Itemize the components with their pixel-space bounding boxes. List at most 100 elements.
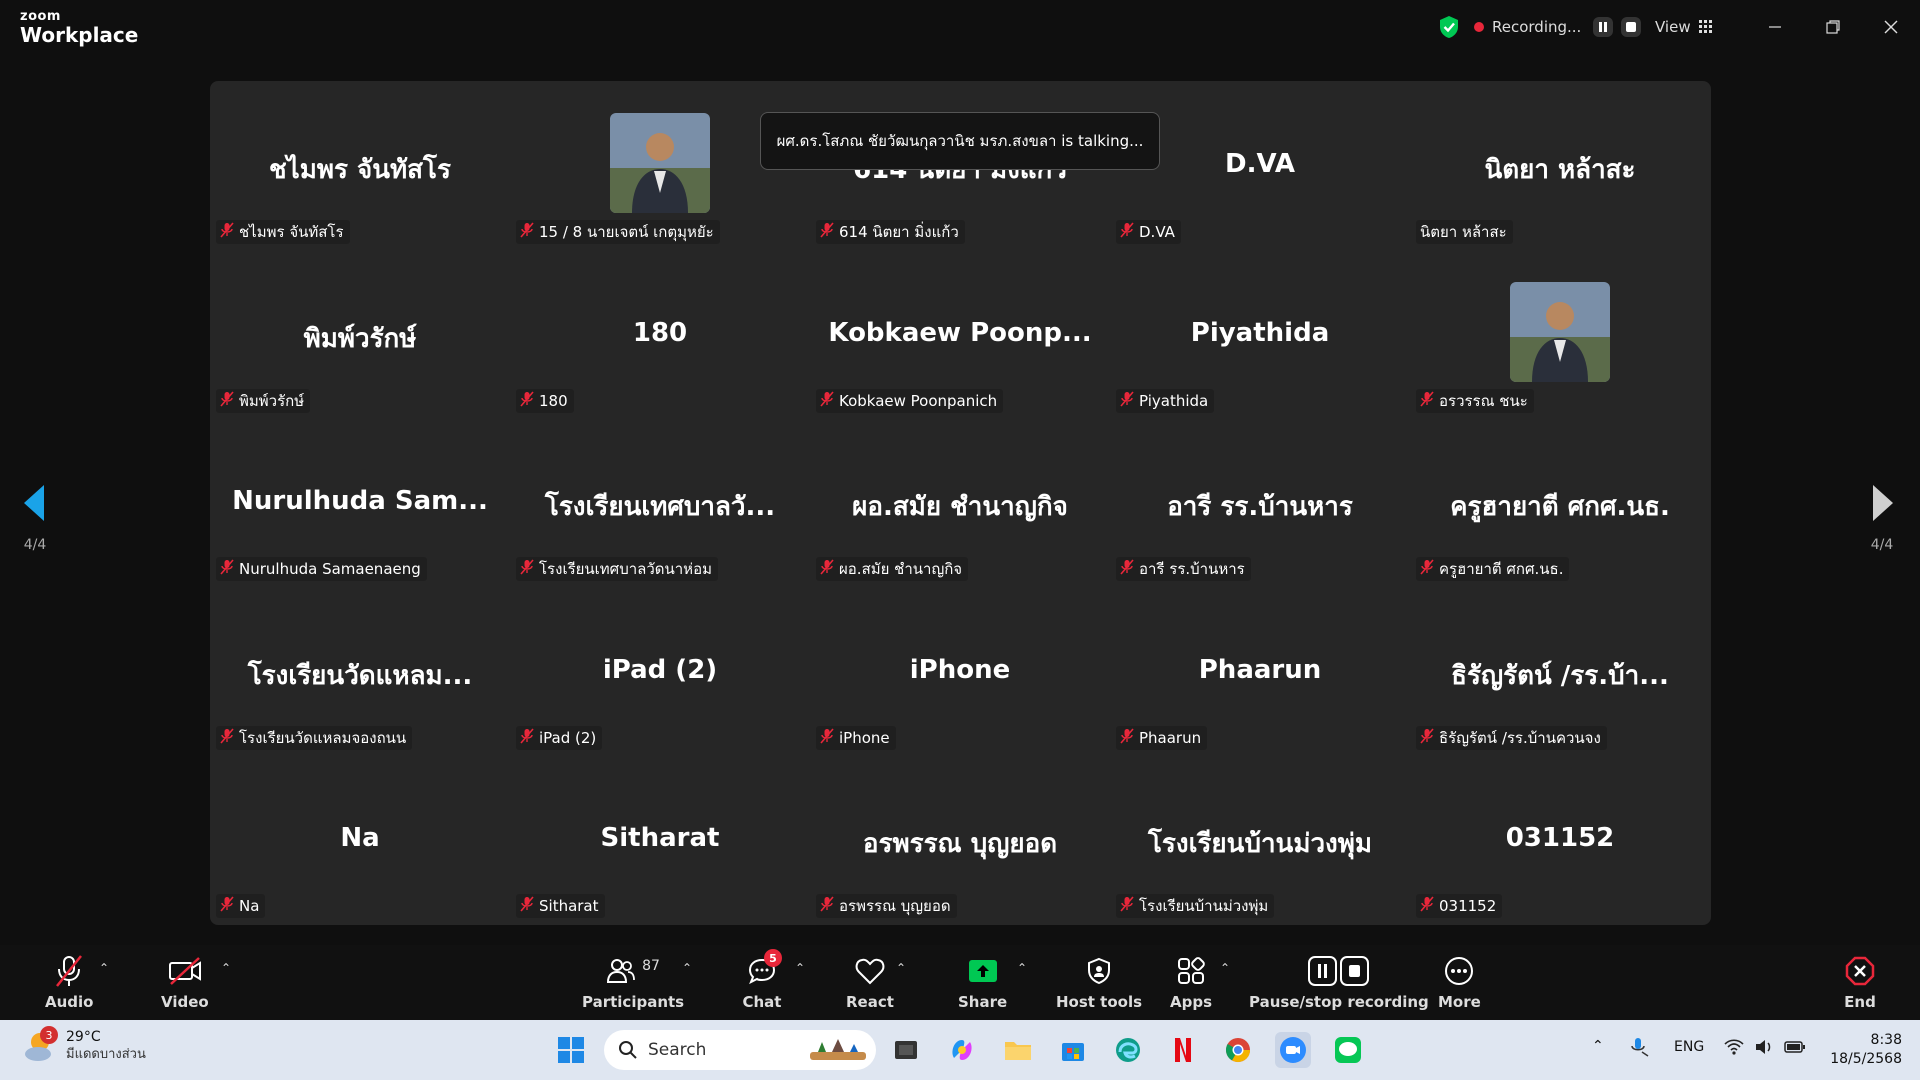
participant-tile[interactable]: พิมพ์วรักษ์ พิมพ์วรักษ์ [210, 268, 510, 436]
participant-tile[interactable]: Phaarun Phaarun [1110, 605, 1410, 773]
participant-tile[interactable]: โรงเรียนบ้านม่วงพุ่ม โรงเรียนบ้านม่วงพุ่ม [1110, 773, 1410, 941]
next-page-arrow-icon[interactable] [1867, 483, 1897, 523]
chat-unread-badge: 5 [764, 949, 782, 967]
line-app-icon[interactable] [1330, 1032, 1366, 1068]
participant-tile[interactable]: อารี รร.บ้านหาร อารี รร.บ้านหาร [1110, 436, 1410, 604]
apps-button[interactable]: Apps [1170, 953, 1212, 1011]
volume-icon[interactable] [1754, 1038, 1774, 1060]
weather-widget[interactable]: 3 29°C มีแดดบางส่วน [22, 1026, 146, 1064]
participant-tile[interactable]: อรวรรณ ชนะ [1410, 268, 1710, 436]
prev-page-arrow-icon[interactable] [20, 483, 50, 523]
video-label: Video [161, 993, 209, 1011]
participant-name-label: 614 นิตยา มิ่งแก้ว [816, 220, 965, 244]
next-page-nav[interactable]: 4/4 [1852, 483, 1912, 553]
participant-tile[interactable]: ผอ.สมัย ชำนาญกิจ ผอ.สมัย ชำนาญกิจ [810, 436, 1110, 604]
muted-mic-icon [1120, 728, 1134, 748]
stop-recording-icon[interactable] [1621, 17, 1642, 37]
gallery-view: ชไมพร จันทัสโร ชไมพร จันทัสโร 15 / 8 นายเจ… [210, 81, 1711, 925]
restore-icon[interactable] [1818, 14, 1848, 40]
participant-tile[interactable]: นิตยา หล้าสะ นิตยา หล้าสะ [1410, 99, 1710, 267]
participant-name-label: ผอ.สมัย ชำนาญกิจ [816, 557, 969, 581]
microsoft-store-icon[interactable] [1055, 1032, 1091, 1068]
participant-tile[interactable]: อรพรรณ บุญยอด อรพรรณ บุญยอด [810, 773, 1110, 941]
participant-display-name: Nurulhuda Sam... [232, 486, 488, 516]
participant-tile[interactable]: Na Na [210, 773, 510, 941]
participant-tile[interactable]: Sitharat Sitharat [510, 773, 810, 941]
host-tools-button[interactable]: Host tools [1056, 953, 1142, 1011]
participant-tile[interactable]: iPad (2) iPad (2) [510, 605, 810, 773]
participant-tile[interactable]: ธิรัญรัตน์ /รร.บ้า... ธิรัญรัตน์ /รร.บ้าน… [1410, 605, 1710, 773]
react-button[interactable]: React [846, 953, 894, 1011]
participants-button[interactable]: 87 Participants [582, 953, 684, 1011]
share-button[interactable]: Share [958, 953, 1007, 1011]
participant-tile[interactable]: iPhone iPhone [810, 605, 1110, 773]
participant-label-text: ครูฮายาตี ศกศ.นธ. [1439, 560, 1564, 578]
react-options-chevron-icon[interactable]: ⌃ [896, 961, 906, 975]
pause-recording-icon[interactable] [1593, 17, 1614, 37]
participants-options-chevron-icon[interactable]: ⌃ [682, 961, 692, 975]
audio-options-chevron-icon[interactable]: ⌃ [99, 961, 109, 975]
participant-name-label: อรวรรณ ชนะ [1416, 389, 1534, 413]
participant-display-name: 031152 [1505, 823, 1615, 853]
pause-stop-recording-button[interactable]: Pause/stop recording [1249, 953, 1429, 1011]
participant-name-label: Nurulhuda Samaenaeng [216, 557, 427, 581]
taskbar-search[interactable]: Search [604, 1030, 876, 1070]
show-hidden-icons-chevron-icon[interactable]: ⌃ [1592, 1038, 1604, 1054]
taskbar-clock[interactable]: 8:38 18/5/2568 [1826, 1031, 1902, 1069]
participant-name-label: 180 [516, 389, 574, 413]
participant-name-label: Sitharat [516, 894, 605, 918]
chrome-icon[interactable] [1220, 1032, 1256, 1068]
participant-tile[interactable]: โรงเรียนวัดแหลม... โรงเรียนวัดแหลมจองถนน [210, 605, 510, 773]
participant-display-name: โรงเรียนวัดแหลม... [247, 661, 473, 691]
chat-options-chevron-icon[interactable]: ⌃ [795, 961, 805, 975]
battery-icon[interactable] [1784, 1038, 1806, 1060]
participant-display-name: Sitharat [600, 823, 720, 853]
chat-button[interactable]: 5 Chat [742, 949, 782, 1011]
participant-label-text: อรพรรณ บุญยอด [839, 897, 951, 915]
pause-stop-recording-icon [1307, 953, 1371, 989]
task-view-icon[interactable] [888, 1032, 924, 1068]
participant-tile[interactable]: ครูฮายาตี ศกศ.นธ. ครูฮายาตี ศกศ.นธ. [1410, 436, 1710, 604]
apps-options-chevron-icon[interactable]: ⌃ [1220, 961, 1230, 975]
file-explorer-icon[interactable] [1000, 1032, 1036, 1068]
muted-mic-icon [1420, 559, 1434, 579]
participant-name-label: นิตยา หล้าสะ [1416, 220, 1513, 244]
participant-label-text: Phaarun [1139, 729, 1202, 747]
participant-tile[interactable]: ชไมพร จันทัสโร ชไมพร จันทัสโร [210, 99, 510, 267]
participant-label-text: 614 นิตยา มิ่งแก้ว [839, 223, 959, 241]
video-button[interactable]: Video [161, 953, 209, 1011]
windows-start-icon[interactable] [553, 1032, 589, 1068]
view-button[interactable]: View [1655, 14, 1713, 40]
prev-page-nav[interactable]: 4/4 [5, 483, 65, 553]
copilot-icon[interactable] [944, 1032, 980, 1068]
pause-stop-label: Pause/stop recording [1249, 993, 1429, 1011]
participant-tile[interactable]: โรงเรียนเทศบาลวั... โรงเรียนเทศบาลวัดนาห่… [510, 436, 810, 604]
participant-tile[interactable]: 031152 031152 [1410, 773, 1710, 941]
audio-label: Audio [45, 993, 94, 1011]
muted-mic-icon [520, 391, 534, 411]
end-button[interactable]: End [1840, 953, 1880, 1011]
wifi-icon[interactable] [1724, 1038, 1744, 1060]
edge-icon[interactable] [1110, 1032, 1146, 1068]
close-icon[interactable] [1876, 14, 1906, 40]
video-options-chevron-icon[interactable]: ⌃ [221, 961, 231, 975]
muted-mic-icon [820, 559, 834, 579]
netflix-icon[interactable] [1165, 1032, 1201, 1068]
participant-tile[interactable]: Piyathida Piyathida [1110, 268, 1410, 436]
audio-button[interactable]: Audio [45, 953, 93, 1011]
security-shield-icon[interactable] [1438, 14, 1460, 40]
participant-name-label: D.VA [1116, 220, 1181, 244]
zoom-app-icon[interactable] [1275, 1032, 1311, 1068]
participant-tile[interactable]: Nurulhuda Sam... Nurulhuda Samaenaeng [210, 436, 510, 604]
participant-tile[interactable]: 180 180 [510, 268, 810, 436]
mic-tray-icon[interactable] [1628, 1036, 1650, 1062]
participant-name-label: iPad (2) [516, 726, 603, 750]
participant-tile[interactable]: Kobkaew Poonp... Kobkaew Poonpanich [810, 268, 1110, 436]
share-options-chevron-icon[interactable]: ⌃ [1017, 961, 1027, 975]
more-button[interactable]: More [1438, 953, 1481, 1011]
title-bar: zoom Workplace Recording... View [0, 0, 1920, 55]
minimize-icon[interactable] [1760, 14, 1790, 40]
participant-display-name: Na [340, 823, 380, 853]
language-indicator[interactable]: ENG [1674, 1039, 1704, 1055]
participant-name-label: iPhone [816, 726, 896, 750]
